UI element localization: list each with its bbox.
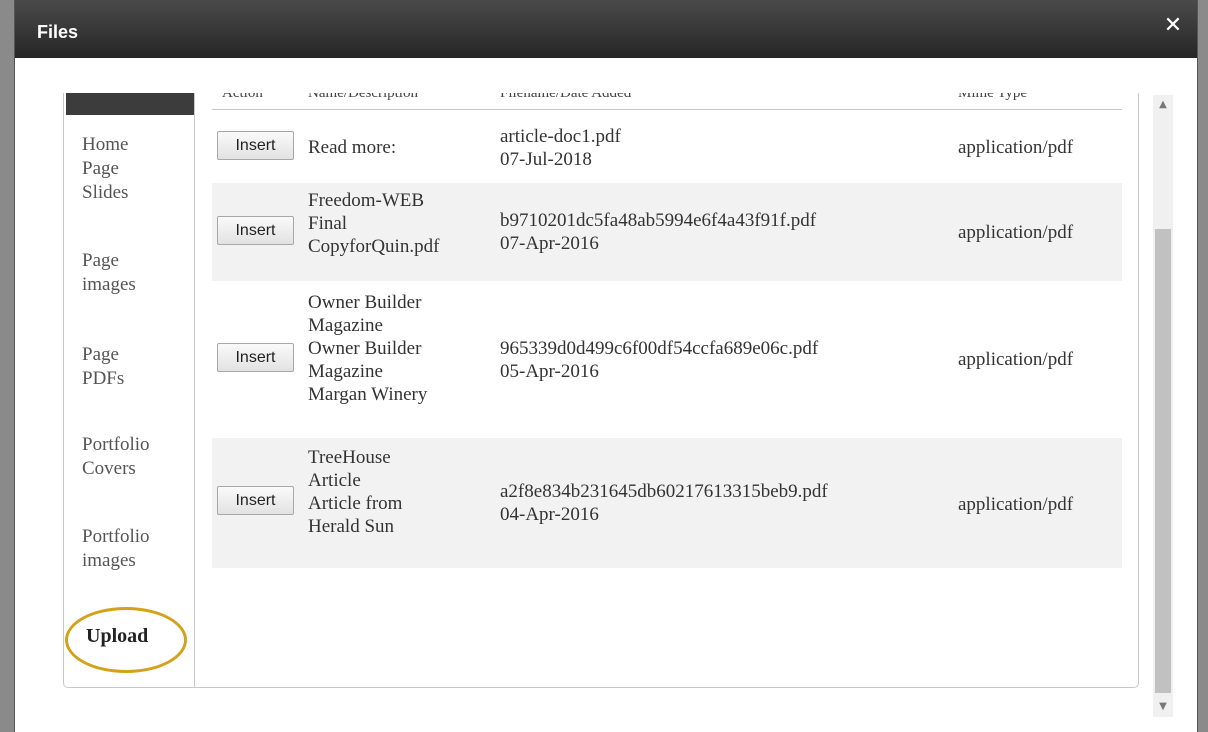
insert-button[interactable]: Insert <box>217 216 294 245</box>
sidebar-item-home-page-slides[interactable]: Home Page Slides <box>82 133 128 205</box>
close-icon[interactable]: ✕ <box>1159 12 1187 40</box>
dialog-title: Files <box>37 22 79 42</box>
file-name: Owner Builder Magazine Owner Builder Mag… <box>308 292 428 405</box>
vertical-scrollbar[interactable]: ▲ ▼ <box>1153 95 1173 717</box>
files-table: Action Name/Description Filename/Date Ad… <box>212 93 1122 573</box>
sidebar-item-page-images[interactable]: Page images <box>82 249 136 297</box>
file-mime: application/pdf <box>958 222 1074 243</box>
dialog-titlebar: Files ✕ <box>15 0 1197 58</box>
header-action: Action <box>222 93 263 101</box>
sidebar-item-upload[interactable]: Upload <box>86 625 148 648</box>
file-mime: application/pdf <box>958 349 1074 370</box>
file-date: 07-Jul-2018 <box>500 149 592 170</box>
file-name: Freedom-WEB Final CopyforQuin.pdf <box>308 190 440 257</box>
scroll-down-icon[interactable]: ▼ <box>1153 697 1173 717</box>
file-filename: 965339d0d499c6f00df54ccfa689e06c.pdf <box>500 338 819 359</box>
file-filename: b9710201dc5fa48ab5994e6f4a43f91f.pdf <box>500 210 817 231</box>
header-mime: Mime Type <box>958 93 1028 101</box>
insert-button[interactable]: Insert <box>217 131 294 160</box>
page-background-left <box>0 0 14 732</box>
table-row: Insert Owner Builder Magazine Owner Buil… <box>212 281 1122 438</box>
file-name: TreeHouse Article Article from Herald Su… <box>308 447 403 537</box>
files-panel: Home Page Slides Page images Page PDFs P… <box>63 93 1139 688</box>
header-name: Name/Description <box>308 93 418 101</box>
header-filename: Filename/Date Added <box>500 93 632 101</box>
file-filename: article-doc1.pdf <box>500 126 621 147</box>
sidebar-item-portfolio-images[interactable]: Portfolio images <box>82 525 150 573</box>
file-name: Read more: <box>308 137 397 158</box>
scroll-thumb[interactable] <box>1155 229 1171 693</box>
table-header: Action Name/Description Filename/Date Ad… <box>212 93 1122 110</box>
sidebar-item-page-pdfs[interactable]: Page PDFs <box>82 343 124 391</box>
sidebar-active-tab <box>66 93 194 115</box>
page-background-right <box>1198 0 1208 732</box>
table-row: Insert TreeHouse Article Article from He… <box>212 438 1122 568</box>
file-mime: application/pdf <box>958 137 1074 158</box>
scroll-up-icon[interactable]: ▲ <box>1153 95 1173 115</box>
files-dialog: Files ✕ Home Page Slides Page images Pag… <box>14 0 1198 732</box>
file-date: 07-Apr-2016 <box>500 233 599 254</box>
file-date: 05-Apr-2016 <box>500 361 599 382</box>
insert-button[interactable]: Insert <box>217 343 294 372</box>
sidebar: Home Page Slides Page images Page PDFs P… <box>64 93 195 687</box>
table-row: Insert Read more: article-doc1.pdf 07-Ju… <box>212 111 1122 183</box>
sidebar-item-portfolio-covers[interactable]: Portfolio Covers <box>82 433 150 481</box>
file-mime: application/pdf <box>958 494 1074 515</box>
table-row: Insert Freedom-WEB Final CopyforQuin.pdf… <box>212 183 1122 281</box>
insert-button[interactable]: Insert <box>217 486 294 515</box>
file-filename: a2f8e834b231645db60217613315beb9.pdf <box>500 481 828 502</box>
file-date: 04-Apr-2016 <box>500 504 599 525</box>
